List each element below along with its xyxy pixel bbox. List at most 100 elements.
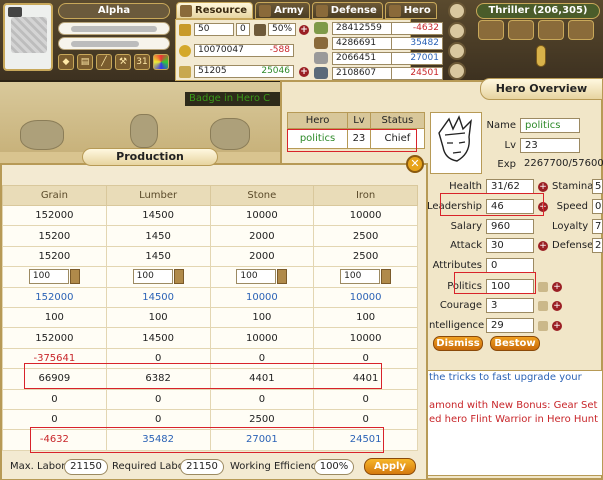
- speed-label: Speed: [556, 201, 588, 212]
- stepper-icon[interactable]: [381, 269, 392, 285]
- minus-icon[interactable]: [538, 301, 548, 311]
- stepper-icon[interactable]: [173, 269, 184, 285]
- column-header-lv[interactable]: Lv: [347, 112, 371, 129]
- stepper-icon[interactable]: [277, 269, 288, 285]
- attack-field: 30: [486, 238, 534, 253]
- production-table: Grain Lumber Stone Iron 152000 14500 10000…: [2, 185, 418, 451]
- tab-defense[interactable]: Defense: [311, 2, 383, 19]
- map-icon[interactable]: [448, 22, 466, 40]
- minus-icon[interactable]: [538, 282, 548, 292]
- stone-icon: [314, 52, 328, 64]
- avatar-image: [11, 17, 47, 53]
- lantern-icon[interactable]: [536, 45, 546, 67]
- bestow-button[interactable]: Bestow: [490, 336, 540, 351]
- player-alliance-field: [58, 37, 170, 50]
- tax-stat: 0: [236, 23, 250, 36]
- grain-icon: [179, 66, 191, 78]
- production-footer: Max. Labor 21150 Required Labor 21150 Wo…: [2, 455, 426, 479]
- courage-label: Courage: [439, 300, 482, 311]
- table-cell: 2000: [209, 245, 315, 268]
- column-header-grain: Grain: [2, 185, 107, 206]
- stamina-field: 5: [592, 179, 603, 194]
- plus-icon[interactable]: +: [538, 182, 548, 192]
- quantity-input[interactable]: 100: [28, 269, 69, 285]
- intelligence-field: 29: [486, 318, 534, 333]
- dismiss-button[interactable]: Dismiss: [433, 336, 483, 351]
- table-cell: 0: [105, 388, 211, 410]
- army-icon: [259, 4, 272, 17]
- world-icon[interactable]: [568, 20, 594, 40]
- camera-icon[interactable]: [8, 7, 22, 17]
- hero-icon: [388, 4, 401, 17]
- list-item[interactable]: ed hero Flint Warrior in Hero Hunt: [427, 413, 602, 427]
- max-labor-field: 21150: [64, 459, 108, 475]
- table-cell: 100: [313, 306, 418, 329]
- plus-icon[interactable]: +: [299, 25, 309, 35]
- table-row: 152000 14500 10000 10000: [2, 327, 418, 349]
- plus-icon[interactable]: +: [552, 301, 562, 311]
- quantity-input[interactable]: 100: [236, 269, 277, 285]
- table-cell: 2500: [313, 245, 418, 268]
- table-cell: 15200: [2, 245, 107, 268]
- minus-icon[interactable]: [538, 321, 548, 331]
- salary-field: 960: [486, 219, 534, 234]
- scroll-icon[interactable]: ▤: [77, 54, 93, 70]
- defense-icon: [315, 4, 328, 17]
- list-item[interactable]: the tricks to fast upgrade your: [427, 371, 602, 385]
- resource-list: 28412559 -4632 4286691 35482 2066451 27001 …: [312, 20, 452, 82]
- highlight-box: [440, 193, 544, 216]
- tab-army[interactable]: Army: [255, 2, 310, 19]
- production-title: Production: [82, 148, 218, 166]
- hammer-icon[interactable]: ⚒: [115, 54, 131, 70]
- resource-row-stone: 2066451 27001: [332, 52, 443, 65]
- check-icon[interactable]: [478, 20, 504, 40]
- column-header-hero[interactable]: Hero: [286, 112, 349, 129]
- plus-icon[interactable]: +: [538, 241, 548, 251]
- close-icon[interactable]: ✕: [406, 155, 424, 173]
- tax-input[interactable]: 50: [194, 23, 234, 36]
- apply-button[interactable]: Apply: [364, 458, 416, 475]
- working-efficiency-field: 100%: [314, 459, 354, 475]
- table-cell[interactable]: 100: [2, 266, 107, 288]
- list-item[interactable]: amond with New Bonus: Gear Set: [427, 399, 602, 413]
- stepper-icon[interactable]: [69, 269, 80, 285]
- color-wheel-icon[interactable]: [153, 54, 169, 70]
- shield-icon[interactable]: ◆: [58, 54, 74, 70]
- iron-icon: [314, 67, 328, 79]
- resource-icon: [180, 4, 192, 17]
- plus-icon[interactable]: +: [299, 67, 309, 77]
- table-cell: 14500: [105, 204, 211, 227]
- list-item: [427, 385, 602, 399]
- resource-row-grain: 28412559 -4632: [332, 22, 443, 35]
- calendar-icon[interactable]: 31: [134, 54, 150, 70]
- player-avatar[interactable]: [3, 3, 53, 71]
- home-icon[interactable]: [508, 20, 534, 40]
- quantity-input[interactable]: 100: [132, 269, 173, 285]
- building-icon: [254, 24, 266, 36]
- table-cell: 10000: [209, 327, 315, 349]
- report-icon[interactable]: [448, 62, 466, 80]
- plus-icon[interactable]: +: [552, 321, 562, 331]
- table-row: 100 100 100 100: [2, 266, 418, 288]
- hero-exp-field: 2267700/57600: [524, 158, 603, 169]
- column-header-status[interactable]: Status: [369, 112, 426, 129]
- quantity-input[interactable]: 100: [340, 269, 381, 285]
- mail-icon[interactable]: [448, 42, 466, 60]
- castle-icon[interactable]: [538, 20, 564, 40]
- shop-icon[interactable]: [448, 2, 466, 20]
- plus-icon[interactable]: +: [552, 282, 562, 292]
- table-cell[interactable]: 100: [313, 266, 418, 288]
- table-cell[interactable]: 100: [105, 266, 211, 288]
- location-label[interactable]: Thriller (206,305): [476, 3, 600, 19]
- hero-level-field: 23: [520, 138, 580, 153]
- badge-notice[interactable]: Badge in Hero C: [185, 92, 285, 106]
- production-panel: Grain Lumber Stone Iron 152000 14500 10000…: [0, 163, 428, 480]
- table-cell[interactable]: 100: [209, 266, 315, 288]
- highlight-box: [30, 427, 384, 453]
- tab-resource[interactable]: Resource: [176, 2, 254, 19]
- sword-icon[interactable]: ╱: [96, 54, 112, 70]
- stamina-label: Stamina: [552, 181, 594, 192]
- table-cell: 10000: [313, 286, 418, 308]
- tab-hero[interactable]: Hero: [384, 2, 437, 19]
- exp-label: Exp: [497, 159, 516, 170]
